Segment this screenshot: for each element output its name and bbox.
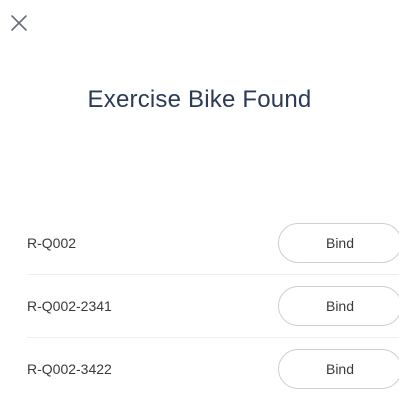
bind-button[interactable]: Bind: [278, 223, 399, 263]
close-button[interactable]: [8, 12, 30, 34]
device-found-screen: Exercise Bike Found R-Q002 Bind R-Q002-2…: [0, 0, 399, 405]
device-name: R-Q002: [27, 235, 77, 251]
device-name: R-Q002-2341: [27, 298, 112, 314]
bind-button[interactable]: Bind: [278, 286, 399, 326]
close-icon: [11, 15, 27, 31]
device-list: R-Q002 Bind R-Q002-2341 Bind R-Q002-3422…: [0, 212, 399, 400]
device-name: R-Q002-3422: [27, 361, 112, 377]
bind-button[interactable]: Bind: [278, 349, 399, 389]
device-row: R-Q002-2341 Bind: [27, 274, 399, 337]
device-row: R-Q002 Bind: [27, 212, 399, 274]
page-title: Exercise Bike Found: [87, 86, 312, 113]
device-row: R-Q002-3422 Bind: [27, 337, 399, 400]
